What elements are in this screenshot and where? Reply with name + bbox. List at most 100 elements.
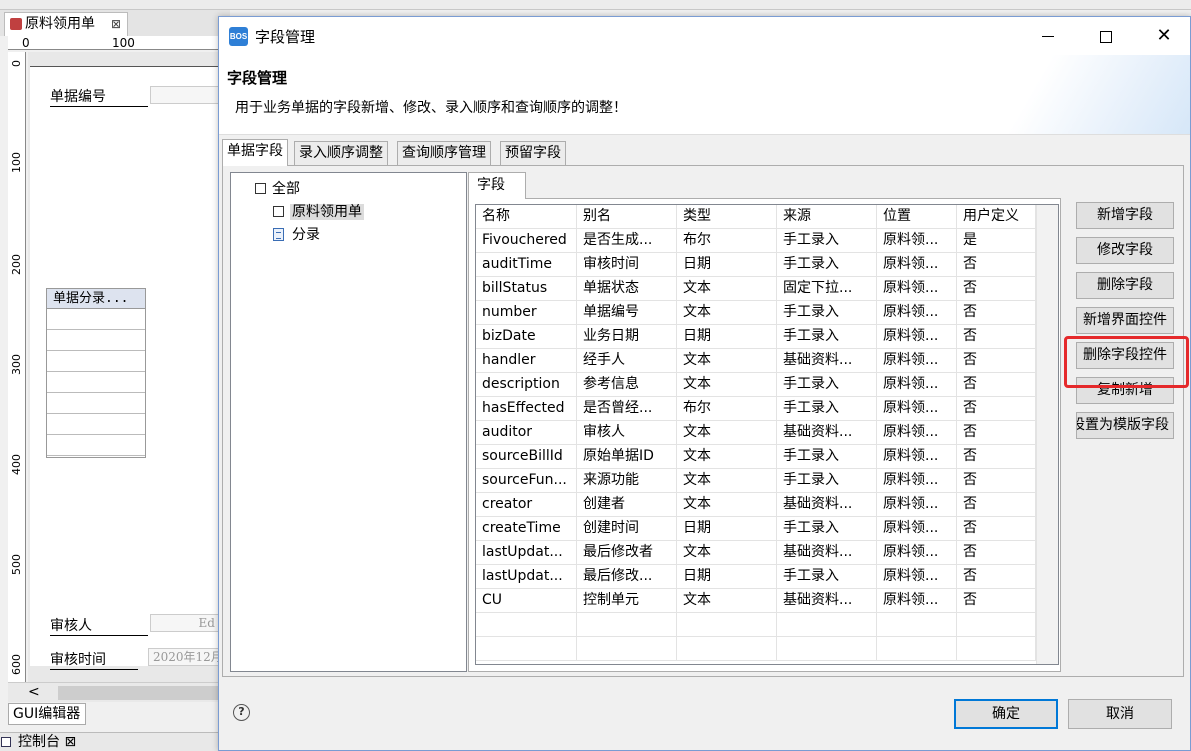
tree-node-bill[interactable]: 原料领用单 bbox=[273, 202, 364, 222]
cell-source: 手工录入 bbox=[777, 229, 877, 253]
table-row[interactable]: billStatus 单据状态 文本 固定下拉... 原料领... 否 bbox=[476, 277, 1036, 301]
field-audit-time[interactable]: 2020年12月 bbox=[148, 648, 220, 666]
cell-user-defined: 否 bbox=[957, 517, 1036, 541]
cell-alias bbox=[577, 613, 677, 637]
fields-table[interactable]: 名称 别名 类型 来源 位置 用户定义 Fivouchered 是否生成... 布尔 手工录入 原料… bbox=[475, 204, 1059, 665]
entity-tree[interactable]: 全部 原料领用单 分录 bbox=[230, 172, 467, 672]
column-header-type[interactable]: 类型 bbox=[677, 205, 777, 229]
cell-source: 手工录入 bbox=[777, 373, 877, 397]
table-row[interactable]: auditor 审核人 文本 基础资料... 原料领... 否 bbox=[476, 421, 1036, 445]
cell-source: 基础资料... bbox=[777, 589, 877, 613]
maximize-button[interactable] bbox=[1077, 17, 1135, 55]
cell-source: 手工录入 bbox=[777, 445, 877, 469]
set-template-field-button[interactable]: 设置为模版字段 bbox=[1076, 412, 1174, 439]
table-row[interactable] bbox=[476, 613, 1036, 637]
table-row[interactable]: lastUpdat... 最后修改者 文本 基础资料... 原料领... 否 bbox=[476, 541, 1036, 565]
table-row[interactable]: hasEffected 是否曾经... 布尔 手工录入 原料领... 否 bbox=[476, 397, 1036, 421]
cell-source: 手工录入 bbox=[777, 397, 877, 421]
horizontal-scrollbar[interactable]: < bbox=[8, 682, 220, 702]
cell-type: 布尔 bbox=[677, 229, 777, 253]
table-vertical-scrollbar[interactable] bbox=[1036, 205, 1058, 664]
cancel-button[interactable]: 取消 bbox=[1068, 699, 1172, 729]
cell-name: CU bbox=[476, 589, 577, 613]
cell-name: description bbox=[476, 373, 577, 397]
cell-alias bbox=[577, 637, 677, 661]
cell-source: 手工录入 bbox=[777, 325, 877, 349]
table-row[interactable]: sourceFun... 来源功能 文本 手工录入 原料领... 否 bbox=[476, 469, 1036, 493]
tab-entry-order[interactable]: 录入顺序调整 bbox=[294, 141, 388, 165]
table-row[interactable]: createTime 创建时间 日期 手工录入 原料领... 否 bbox=[476, 517, 1036, 541]
add-field-button[interactable]: 新增字段 bbox=[1076, 202, 1174, 229]
collapse-icon[interactable] bbox=[255, 183, 266, 194]
column-header-name[interactable]: 名称 bbox=[476, 205, 577, 229]
cell-alias: 控制单元 bbox=[577, 589, 677, 613]
field-bill-number[interactable] bbox=[150, 86, 220, 104]
tab-gui-editor[interactable]: GUI编辑器 bbox=[8, 703, 86, 725]
cell-source bbox=[777, 637, 877, 661]
cell-name: number bbox=[476, 301, 577, 325]
cell-user-defined: 否 bbox=[957, 301, 1036, 325]
cell-location: 原料领... bbox=[877, 325, 957, 349]
tab-fields[interactable]: 字段 bbox=[468, 172, 526, 199]
column-header-source[interactable]: 来源 bbox=[777, 205, 877, 229]
tree-node-all[interactable]: 全部 bbox=[255, 179, 300, 199]
column-header-user-defined[interactable]: 用户定义 bbox=[957, 205, 1036, 229]
scroll-left-icon[interactable]: < bbox=[28, 683, 40, 701]
cell-alias: 是否生成... bbox=[577, 229, 677, 253]
add-ui-control-button[interactable]: 新增界面控件 bbox=[1076, 307, 1174, 334]
cell-type: 布尔 bbox=[677, 397, 777, 421]
cell-type: 日期 bbox=[677, 517, 777, 541]
table-row[interactable]: handler 经手人 文本 基础资料... 原料领... 否 bbox=[476, 349, 1036, 373]
table-row[interactable]: sourceBillId 原始单据ID 文本 手工录入 原料领... 否 bbox=[476, 445, 1036, 469]
collapse-icon[interactable] bbox=[273, 206, 284, 217]
edit-field-button[interactable]: 修改字段 bbox=[1076, 237, 1174, 264]
table-row[interactable]: bizDate 业务日期 日期 手工录入 原料领... 否 bbox=[476, 325, 1036, 349]
cell-user-defined: 否 bbox=[957, 445, 1036, 469]
column-header-alias[interactable]: 别名 bbox=[577, 205, 677, 229]
cell-source: 手工录入 bbox=[777, 469, 877, 493]
tab-bill-fields[interactable]: 单据字段 bbox=[222, 139, 288, 166]
cell-type: 文本 bbox=[677, 589, 777, 613]
scroll-thumb[interactable] bbox=[58, 686, 218, 700]
grid-row bbox=[47, 309, 145, 330]
close-button[interactable]: ✕ bbox=[1135, 17, 1191, 55]
field-auditor[interactable]: Ed bbox=[150, 614, 220, 632]
delete-field-button[interactable]: 删除字段 bbox=[1076, 272, 1174, 299]
ruler-left: 0 100 200 300 400 500 600 bbox=[8, 52, 26, 682]
cell-name: handler bbox=[476, 349, 577, 373]
tab-reserved-fields[interactable]: 预留字段 bbox=[500, 141, 566, 165]
grid-row bbox=[47, 435, 145, 456]
entry-grid[interactable]: 单据分录... bbox=[46, 288, 146, 458]
table-row[interactable] bbox=[476, 637, 1036, 661]
table-row[interactable]: creator 创建者 文本 基础资料... 原料领... 否 bbox=[476, 493, 1036, 517]
tab-query-order[interactable]: 查询顺序管理 bbox=[397, 141, 491, 165]
cell-source: 手工录入 bbox=[777, 517, 877, 541]
cell-user-defined: 否 bbox=[957, 589, 1036, 613]
editor-tab-bill[interactable]: 原料领用单 ⊠ bbox=[4, 12, 128, 36]
table-row[interactable]: CU 控制单元 文本 基础资料... 原料领... 否 bbox=[476, 589, 1036, 613]
column-header-location[interactable]: 位置 bbox=[877, 205, 957, 229]
cell-source: 手工录入 bbox=[777, 253, 877, 277]
minimize-button[interactable] bbox=[1019, 17, 1077, 55]
table-row[interactable]: lastUpdat... 最后修改... 日期 手工录入 原料领... 否 bbox=[476, 565, 1036, 589]
ok-button[interactable]: 确定 bbox=[954, 699, 1058, 729]
cell-location bbox=[877, 613, 957, 637]
table-row[interactable]: description 参考信息 文本 手工录入 原料领... 否 bbox=[476, 373, 1036, 397]
table-row[interactable]: Fivouchered 是否生成... 布尔 手工录入 原料领... 是 bbox=[476, 229, 1036, 253]
ruler-left-label: 400 bbox=[10, 454, 23, 475]
cell-source bbox=[777, 613, 877, 637]
dialog-titlebar[interactable]: BOS 字段管理 ✕ bbox=[219, 17, 1190, 55]
close-icon[interactable]: ⊠ bbox=[111, 13, 121, 35]
table-row[interactable]: auditTime 审核时间 日期 手工录入 原料领... 否 bbox=[476, 253, 1036, 277]
cell-source: 基础资料... bbox=[777, 421, 877, 445]
help-icon[interactable]: ? bbox=[233, 704, 250, 721]
cell-user-defined: 否 bbox=[957, 253, 1036, 277]
table-row[interactable]: number 单据编号 文本 手工录入 原料领... 否 bbox=[476, 301, 1036, 325]
entry-grid-header: 单据分录... bbox=[47, 289, 145, 309]
ruler-left-label: 600 bbox=[10, 654, 23, 675]
cell-source: 手工录入 bbox=[777, 301, 877, 325]
console-tab[interactable]: 控制台 ⊠ bbox=[0, 732, 220, 751]
close-icon: ✕ bbox=[1156, 25, 1172, 46]
cell-source: 基础资料... bbox=[777, 541, 877, 565]
tree-node-entry[interactable]: 分录 bbox=[273, 225, 320, 245]
